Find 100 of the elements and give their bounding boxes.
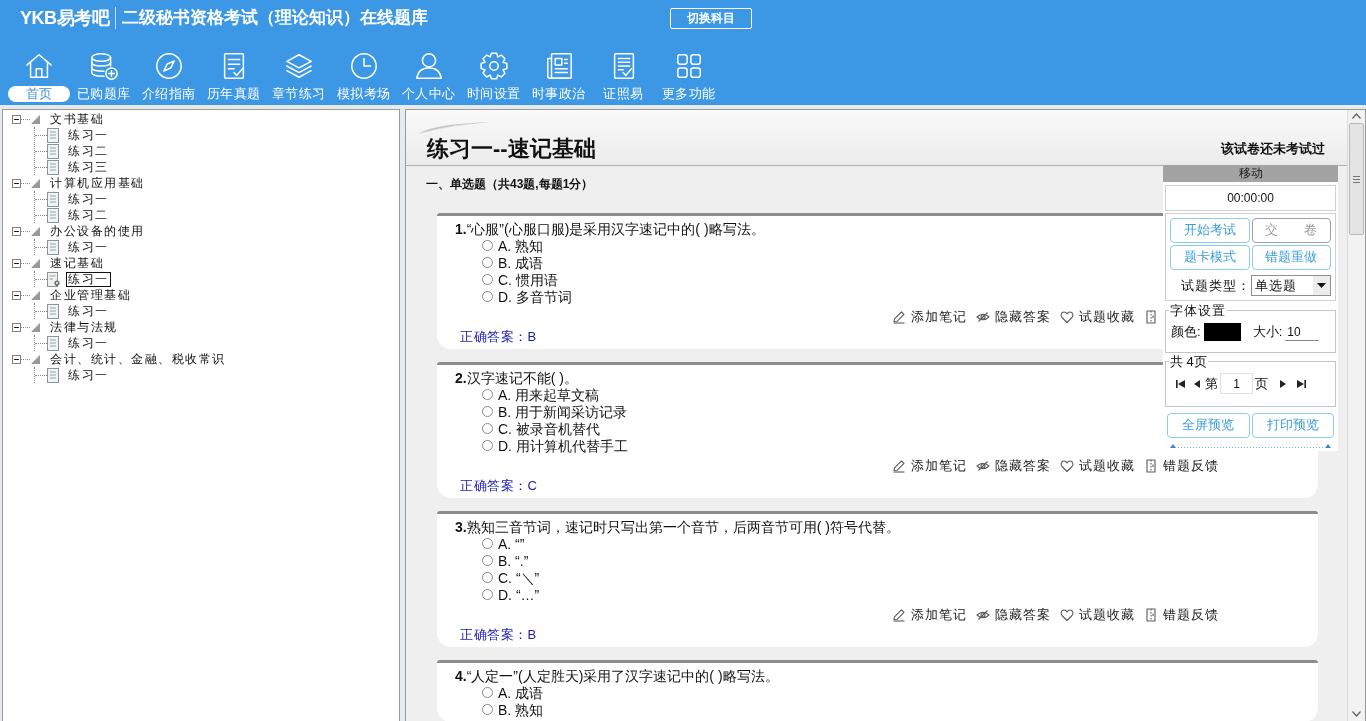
- collapse-toggle-icon[interactable]: [12, 114, 21, 124]
- add-note-button[interactable]: 添加笔记: [892, 309, 967, 325]
- eye-slash-icon: [976, 459, 990, 473]
- question-type-label: 试题类型：: [1181, 277, 1251, 294]
- question-text: 1.“心服”(心服口服)是采用汉字速记中的( )略写法。: [455, 221, 765, 237]
- radio-button[interactable]: [482, 274, 493, 285]
- scrollbar-thumb[interactable]: [1349, 123, 1364, 235]
- collapse-toggle-icon[interactable]: [12, 290, 21, 300]
- option-text: B. 熟知: [498, 701, 544, 718]
- correct-answer-text: 正确答案：B: [460, 329, 537, 345]
- tree-folder[interactable]: 计算机应用基础: [50, 176, 145, 190]
- option-text: C. 惯用语: [498, 271, 558, 288]
- add-note-button[interactable]: 添加笔记: [892, 458, 967, 474]
- correct-answer-text: 正确答案：C: [460, 478, 538, 494]
- section-heading: 一、单选题（共43题,每题1分）: [426, 176, 594, 192]
- question-text: 4.“人定一”(人定胜天)采用了汉字速记中的( )略写法。: [455, 668, 779, 684]
- page-suffix-label: 页: [1255, 375, 1268, 392]
- option-text: B. 用于新闻采访记录: [498, 403, 628, 420]
- tree-item[interactable]: 练习一: [66, 271, 111, 287]
- color-label: 颜色:: [1171, 324, 1201, 340]
- nav-item[interactable]: 首页: [6, 51, 71, 102]
- hide-answer-button[interactable]: 隐藏答案: [976, 607, 1051, 623]
- hide-answer-button[interactable]: 隐藏答案: [976, 309, 1051, 325]
- panel-drag-handle[interactable]: 移动: [1163, 165, 1338, 182]
- font-size-field[interactable]: 10: [1285, 323, 1320, 341]
- tree-item[interactable]: 练习二: [66, 143, 111, 159]
- triangle-icon: [31, 290, 40, 300]
- radio-button[interactable]: [482, 440, 493, 451]
- triangle-icon: [31, 114, 40, 124]
- tree-item[interactable]: 练习三: [66, 159, 111, 175]
- correct-answer-text: 正确答案：B: [460, 627, 537, 643]
- option-text: D. 多音节词: [498, 288, 572, 305]
- tree-folder[interactable]: 文书基础: [50, 112, 104, 126]
- last-page-icon[interactable]: [1296, 378, 1306, 389]
- notebook-icon: [1144, 608, 1158, 622]
- favorite-button[interactable]: 试题收藏: [1060, 607, 1135, 623]
- radio-button[interactable]: [482, 423, 493, 434]
- tree-item[interactable]: 练习一: [66, 303, 111, 319]
- report-error-button[interactable]: 错题反馈: [1144, 607, 1219, 623]
- radio-button[interactable]: [482, 257, 493, 268]
- collapse-toggle-icon[interactable]: [12, 178, 21, 188]
- tree-item[interactable]: 练习一: [66, 191, 111, 207]
- radio-button[interactable]: [482, 389, 493, 400]
- add-note-button[interactable]: 添加笔记: [892, 607, 967, 623]
- collapse-toggle-icon[interactable]: [12, 226, 21, 236]
- radio-button[interactable]: [482, 538, 493, 549]
- heart-icon: [1060, 608, 1074, 622]
- exam-status-text: 该试卷还未考试过: [1221, 141, 1325, 157]
- radio-button[interactable]: [482, 572, 493, 583]
- option-text: B. 成语: [498, 254, 544, 271]
- first-page-icon[interactable]: [1176, 378, 1186, 389]
- report-error-button[interactable]: 错题反馈: [1144, 458, 1219, 474]
- collapse-handle-icon[interactable]: [1168, 442, 1333, 449]
- radio-button[interactable]: [482, 291, 493, 302]
- page-prefix-label: 第: [1205, 375, 1218, 392]
- notebook-icon: [1144, 310, 1158, 324]
- paper-title: 练习一--速记基础: [427, 136, 596, 162]
- option-text: D. 用计算机代替手工: [498, 437, 628, 454]
- radio-button[interactable]: [482, 406, 493, 417]
- tree-item[interactable]: 练习一: [66, 335, 111, 351]
- collapse-toggle-icon[interactable]: [12, 354, 21, 364]
- option-text: A. “”: [498, 535, 525, 552]
- tree-item[interactable]: 练习一: [66, 127, 111, 143]
- compass-icon: [153, 51, 184, 81]
- previous-page-icon[interactable]: [1192, 378, 1202, 389]
- tree-item[interactable]: 练习一: [66, 239, 111, 255]
- heart-icon: [1060, 310, 1074, 324]
- option-text: A. 熟知: [498, 237, 544, 254]
- favorite-button[interactable]: 试题收藏: [1060, 458, 1135, 474]
- tree-folder[interactable]: 法律与法规: [50, 320, 118, 334]
- eye-slash-icon: [976, 310, 990, 324]
- tree-folder[interactable]: 办公设备的使用: [50, 224, 145, 238]
- collapse-toggle-icon[interactable]: [12, 322, 21, 332]
- radio-button[interactable]: [482, 555, 493, 566]
- option-text: A. 成语: [498, 684, 544, 701]
- size-label: 大小:: [1252, 324, 1283, 340]
- radio-button[interactable]: [482, 589, 493, 600]
- question-text: 2.汉字速记不能( )。: [455, 370, 578, 386]
- eye-slash-icon: [976, 608, 990, 622]
- next-page-icon[interactable]: [1278, 378, 1288, 389]
- question-type-select[interactable]: 单选题: [1251, 275, 1331, 296]
- favorite-button[interactable]: 试题收藏: [1060, 309, 1135, 325]
- tree-folder[interactable]: 会计、统计、金融、税收常识: [50, 352, 226, 366]
- color-swatch[interactable]: [1203, 323, 1241, 341]
- radio-button[interactable]: [482, 704, 493, 715]
- page-number-field[interactable]: 1: [1220, 373, 1253, 394]
- home-icon: [23, 51, 54, 81]
- collapse-toggle-icon[interactable]: [12, 258, 21, 268]
- tree-folder[interactable]: 速记基础: [50, 256, 104, 270]
- triangle-icon: [31, 322, 40, 332]
- radio-button[interactable]: [482, 687, 493, 698]
- triangle-icon: [31, 178, 40, 188]
- pencil-icon: [892, 310, 906, 324]
- tree-item[interactable]: 练习一: [66, 367, 111, 383]
- radio-button[interactable]: [482, 240, 493, 251]
- hide-answer-button[interactable]: 隐藏答案: [976, 458, 1051, 474]
- tree-item[interactable]: 练习二: [66, 207, 111, 223]
- tree-folder[interactable]: 企业管理基础: [50, 288, 131, 302]
- report-error-button[interactable]: [1144, 310, 1158, 324]
- layers-icon: [283, 51, 314, 81]
